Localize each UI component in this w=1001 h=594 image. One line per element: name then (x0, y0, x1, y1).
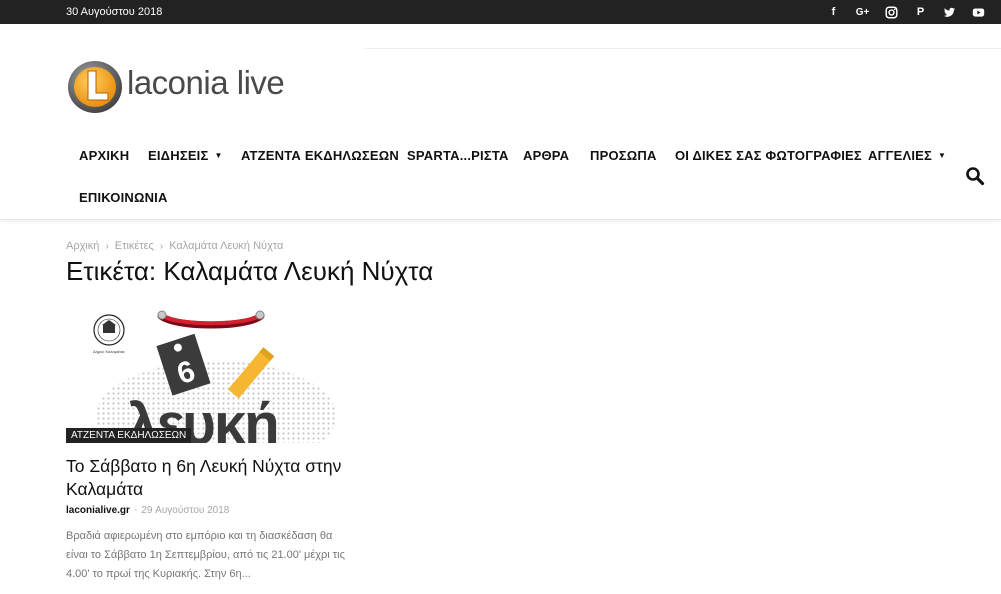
article-image: Δήμος Καλαμάτας 6 λευκή (93, 310, 336, 443)
nav-item-articles[interactable]: ΑΡΘΡΑ (523, 148, 569, 163)
search-button[interactable] (965, 166, 985, 186)
article-meta: laconialive.gr -29 Αυγούστου 2018 (66, 505, 229, 516)
current-date: 30 Αυγούστου 2018 (66, 6, 163, 18)
nav-item-home[interactable]: ΑΡΧΙΚΗ (79, 148, 129, 163)
chevron-down-icon: ▼ (214, 151, 223, 160)
breadcrumb-home[interactable]: Αρχική (66, 240, 99, 252)
chevron-down-icon: ▼ (938, 151, 947, 160)
category-badge[interactable]: ΑΤΖΕΝΤΑ ΕΚΔΗΛΩΣΕΩΝ (66, 428, 192, 443)
search-icon (966, 167, 985, 186)
nav-item-contact[interactable]: ΕΠΙΚΟΙΝΩΝΙΑ (79, 190, 168, 205)
article-date: 29 Αυγούστου 2018 (141, 505, 230, 516)
svg-text:Δήμος Καλαμάτας: Δήμος Καλαμάτας (93, 349, 125, 354)
page-title: Ετικέτα: Καλαμάτα Λευκή Νύχτα (66, 256, 434, 286)
nav-item-events-agenda[interactable]: ΑΤΖΕΝΤΑ ΕΚΔΗΛΩΣΕΩΝ (241, 148, 399, 163)
site-logo[interactable]: laconia live (66, 58, 306, 116)
facebook-icon[interactable]: f (819, 0, 848, 24)
seal-logo: Δήμος Καλαμάτας (93, 314, 125, 354)
breadcrumb-separator: › (159, 241, 164, 252)
nav-item-sparta[interactable]: SPARTA...ΡΙΣΤΑ (407, 148, 509, 163)
article-excerpt: Βραδιά αφιερωμένη στο εμπόριο και τη δια… (66, 530, 345, 580)
instagram-icon[interactable] (877, 0, 906, 24)
nav-item-your-photos[interactable]: ΟΙ ΔΙΚΕΣ ΣΑΣ ΦΩΤΟΓΡΑΦΙΕΣ (675, 148, 862, 163)
article-title[interactable]: Το Σάββατο η 6η Λευκή Νύχτα στην Καλαμάτ… (66, 455, 346, 501)
nav-item-news[interactable]: ΕΙΔΗΣΕΙΣ ▼ (148, 148, 223, 163)
main-navigation (0, 132, 1001, 220)
pinterest-icon[interactable]: P (906, 0, 935, 24)
google-plus-icon[interactable]: G+ (848, 0, 877, 24)
logo-mark-icon (68, 61, 122, 113)
youtube-icon[interactable] (964, 0, 993, 24)
breadcrumb-separator: › (105, 241, 109, 252)
nav-item-people[interactable]: ΠΡΟΣΩΠΑ (590, 148, 657, 163)
top-bar: 30 Αυγούστου 2018 f G+ P (0, 0, 1001, 24)
social-links: f G+ P (819, 0, 993, 24)
breadcrumb-tags[interactable]: Ετικέτες (115, 240, 154, 252)
logo-text: laconia live (127, 64, 285, 101)
breadcrumb: Αρχική › Ετικέτες › Καλαμάτα Λευκή Νύχτα (66, 240, 283, 252)
meta-separator: - (133, 505, 138, 516)
breadcrumb-current: Καλαμάτα Λευκή Νύχτα (169, 240, 284, 252)
header-divider (365, 48, 1001, 49)
article-thumbnail[interactable]: Δήμος Καλαμάτας 6 λευκή (66, 306, 344, 443)
twitter-icon[interactable] (935, 0, 964, 24)
nav-item-classifieds[interactable]: ΑΓΓΕΛΙΕΣ ▼ (868, 148, 946, 163)
article-author[interactable]: laconialive.gr (66, 505, 130, 516)
